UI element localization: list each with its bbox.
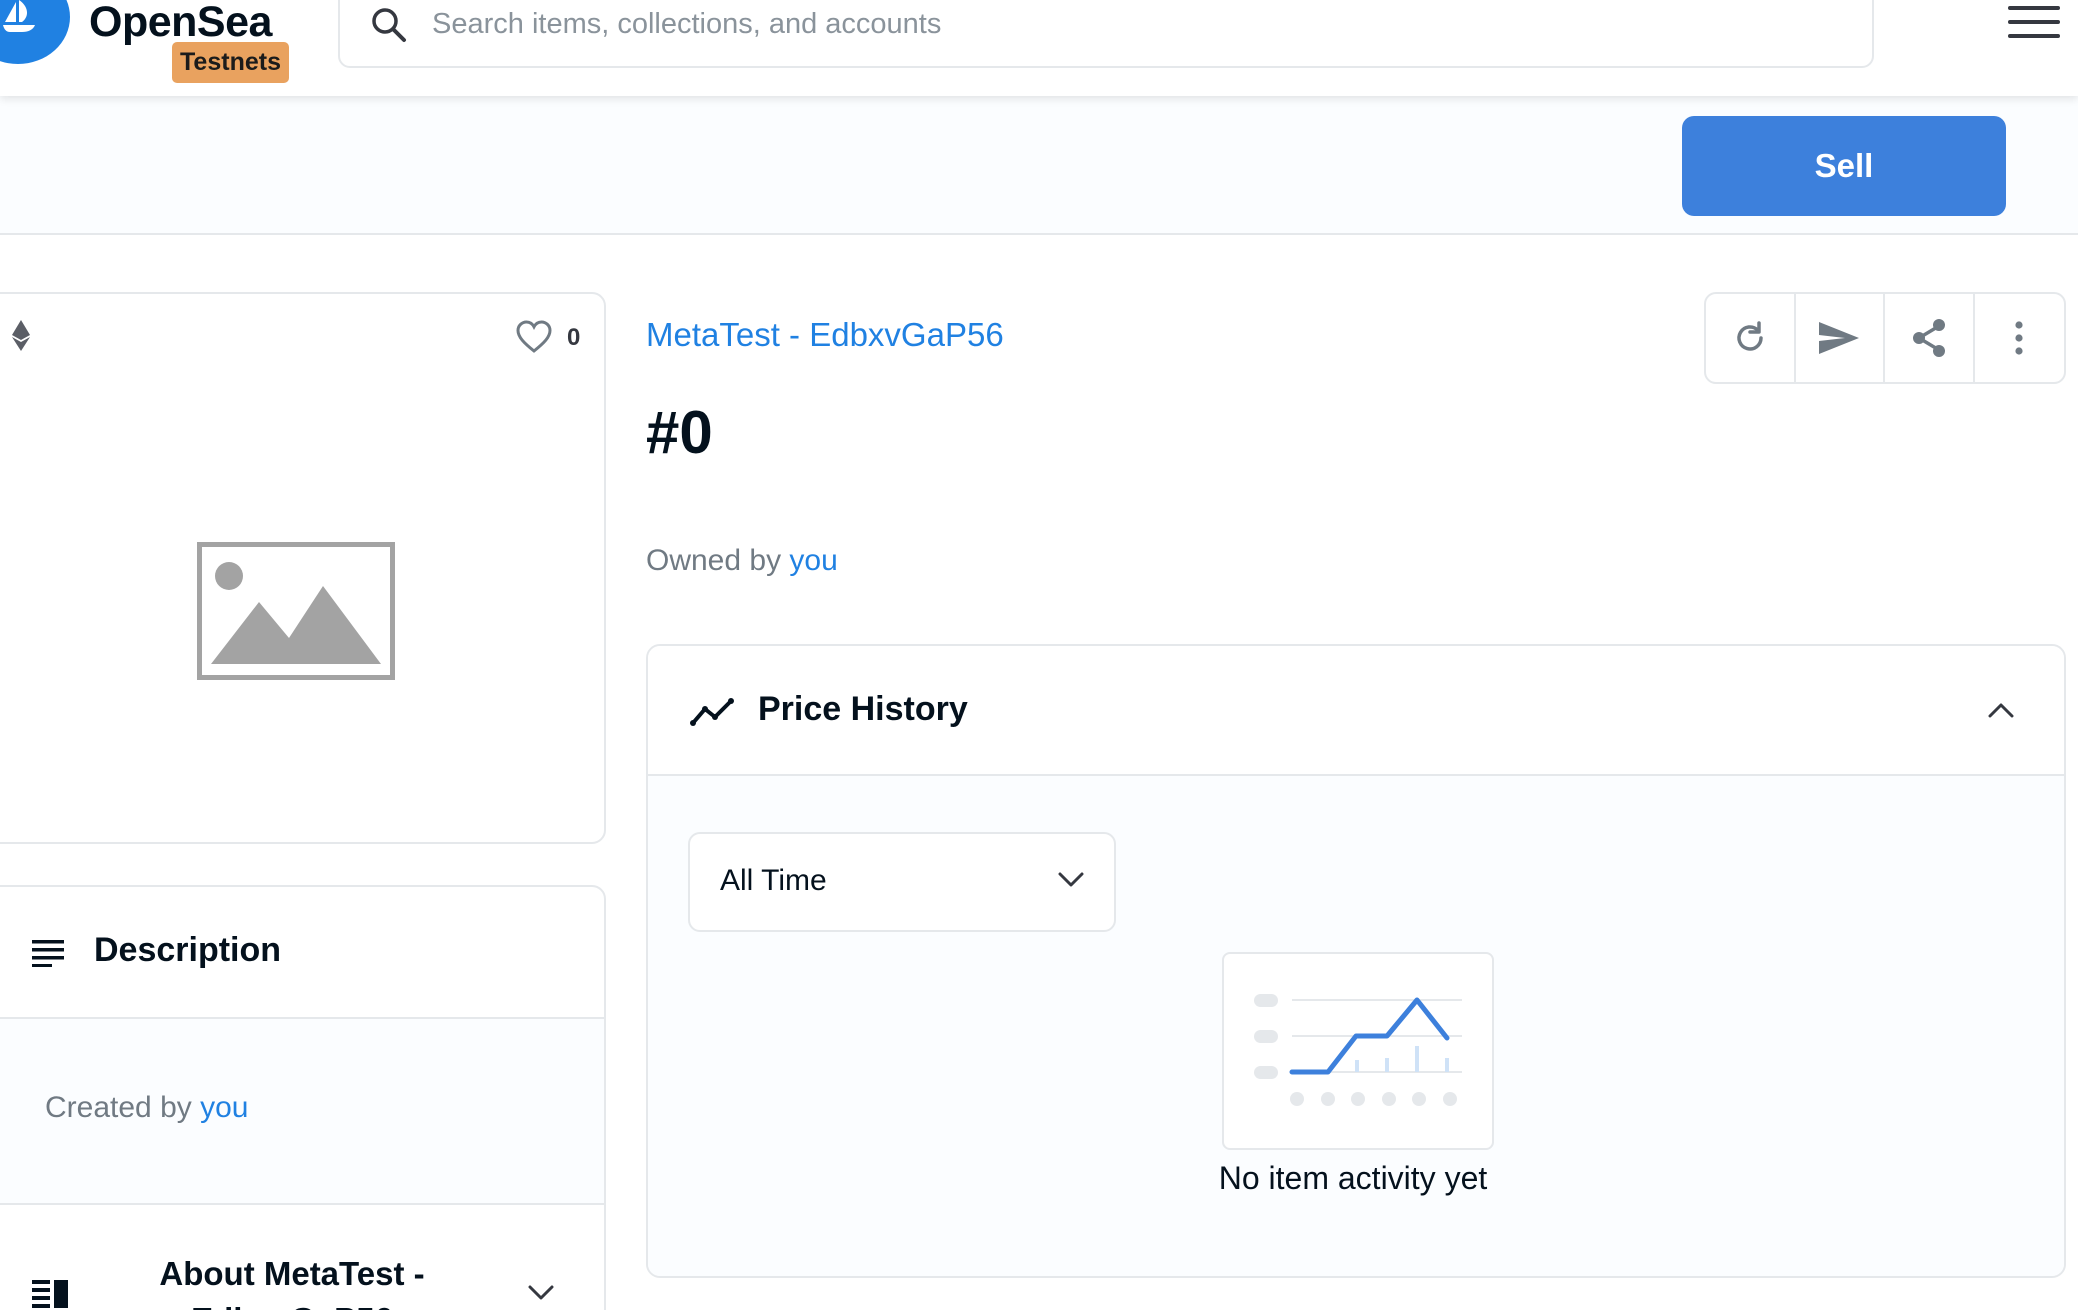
price-history-header[interactable]: Price History [648, 646, 2064, 776]
item-action-bar: Sell [0, 96, 2078, 235]
hamburger-menu-icon[interactable] [2008, 6, 2060, 46]
refresh-button[interactable] [1706, 294, 1796, 382]
brand-name[interactable]: OpenSea [89, 0, 272, 47]
testnets-badge: Testnets [172, 42, 289, 83]
search-bar[interactable] [338, 0, 1874, 68]
description-lines-icon [32, 940, 64, 967]
owned-by-text: Owned by you [646, 544, 838, 578]
transfer-icon [1819, 322, 1860, 354]
favorite-count: 0 [567, 324, 581, 351]
about-collection-icon [32, 1280, 68, 1308]
created-by-label: Created by [45, 1091, 192, 1124]
about-collection-row[interactable]: About MetaTest - EdbxvGaP56 [0, 1205, 604, 1310]
price-history-title: Price History [758, 690, 968, 728]
empty-activity-text: No item activity yet [1218, 1160, 1488, 1196]
price-history-body: All Time No item activity yet [648, 776, 2064, 1276]
share-icon [1912, 319, 1945, 357]
empty-chart-illustration [1222, 952, 1494, 1150]
share-button[interactable] [1885, 294, 1975, 382]
creator-link[interactable]: you [200, 1091, 248, 1124]
description-panel: Description Created by you About MetaTes… [0, 885, 606, 1310]
chevron-up-icon[interactable] [1988, 702, 2014, 718]
top-navbar: OpenSea Testnets [0, 0, 2078, 96]
refresh-icon [1737, 321, 1763, 351]
description-header[interactable]: Description [0, 887, 604, 1019]
description-body: Created by you [0, 1019, 604, 1205]
price-history-panel: Price History All Time No item activity … [646, 644, 2066, 1278]
more-options-icon [2015, 321, 2023, 355]
transfer-button[interactable] [1796, 294, 1885, 382]
heart-icon[interactable] [516, 320, 552, 354]
item-title: #0 [646, 399, 713, 466]
created-by-text: Created by you [45, 1091, 248, 1125]
image-placeholder-icon [197, 542, 395, 680]
description-title: Description [94, 931, 282, 969]
period-select[interactable]: All Time [688, 832, 1116, 932]
owner-link[interactable]: you [789, 544, 837, 577]
search-icon [372, 8, 406, 42]
opensea-logo-icon[interactable] [0, 0, 70, 64]
chevron-down-icon [1058, 872, 1084, 887]
more-options-button[interactable] [1975, 294, 2064, 382]
chevron-down-icon[interactable] [528, 1285, 554, 1301]
about-collection-title: About MetaTest - EdbxvGaP56 [159, 1255, 425, 1310]
item-toolbar [1704, 292, 2066, 384]
period-select-value: All Time [720, 864, 827, 897]
sell-button[interactable]: Sell [1682, 116, 2006, 216]
ethereum-icon [12, 320, 30, 351]
empty-chart-icon [1254, 994, 1462, 1106]
owned-by-label: Owned by [646, 544, 782, 577]
search-input[interactable] [432, 4, 1832, 44]
collection-link[interactable]: MetaTest - EdbxvGaP56 [646, 316, 1004, 354]
trending-line-icon [690, 698, 734, 726]
item-media-card: 0 [0, 292, 606, 844]
